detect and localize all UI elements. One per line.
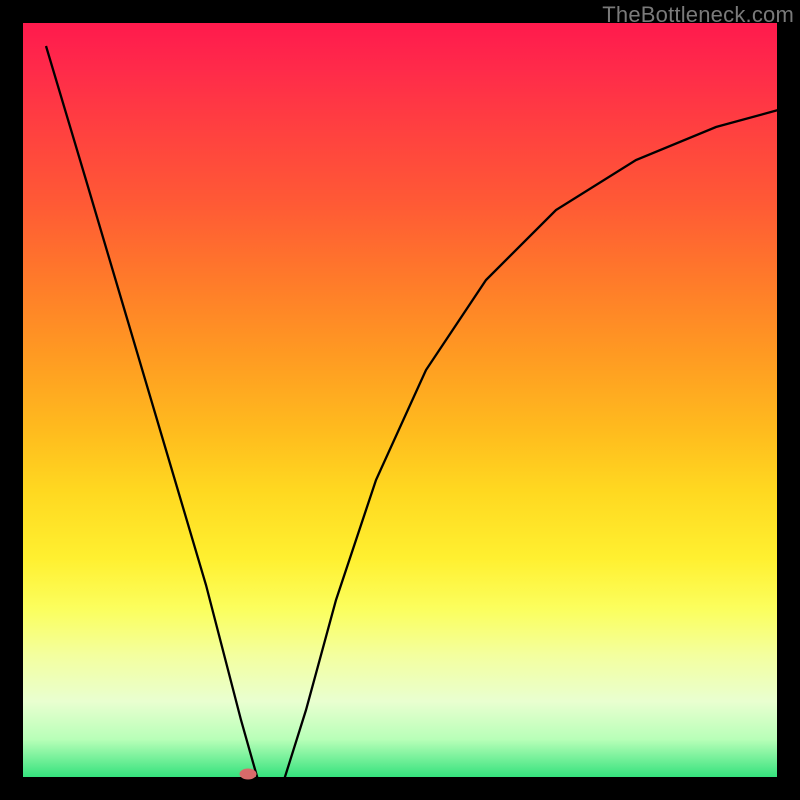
chart-plot-area bbox=[23, 23, 777, 777]
bottleneck-curve bbox=[46, 46, 800, 800]
watermark-text: TheBottleneck.com bbox=[602, 2, 794, 28]
curve-path bbox=[46, 46, 800, 797]
optimal-point-marker bbox=[240, 769, 257, 780]
